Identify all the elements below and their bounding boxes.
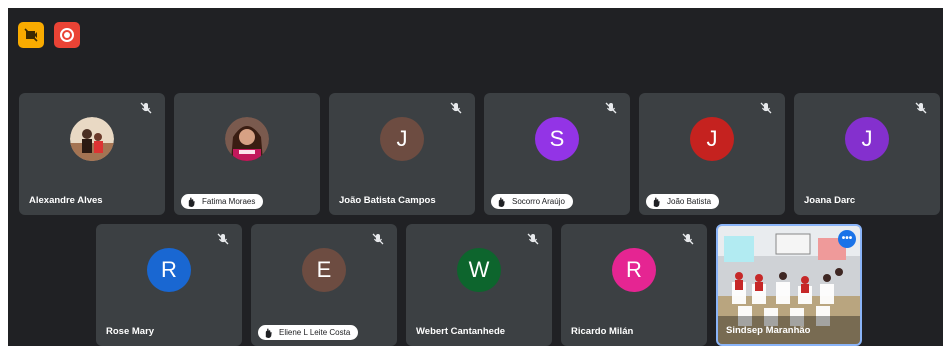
mic-off-icon [450,102,462,114]
participant-name: Joana Darc [804,195,856,206]
participant-name: João Batista [667,197,712,206]
mic-off-icon [682,233,694,245]
avatar-photo [70,117,114,161]
participant-name: João Batista Campos [339,195,436,206]
participant-name: Ricardo Milán [571,326,634,337]
hand-icon [188,197,195,207]
participant-name: Fatima Moraes [202,197,256,206]
hand-icon [265,328,272,338]
mic-off-icon [527,233,539,245]
raised-hand-badge: João Batista [646,194,720,209]
more-options-button[interactable]: ••• [838,230,856,248]
mic-off-icon [217,233,229,245]
avatar: J [380,117,424,161]
participant-tile-video[interactable]: ••• Sindsep Maranhão [716,224,862,346]
avatar: J [690,117,734,161]
hand-icon [653,197,660,207]
record-button[interactable] [54,22,80,48]
participant-tile[interactable]: R Rose Mary [96,224,242,346]
avatar: J [845,117,889,161]
mic-off-icon [140,102,152,114]
participant-name: Eliene L Leite Costa [279,328,351,337]
avatar: W [457,248,501,292]
participant-tile[interactable]: R Ricardo Milán [561,224,707,346]
participant-tile[interactable]: Alexandre Alves [19,93,165,215]
raised-hand-badge: Eliene L Leite Costa [258,325,359,340]
participant-tile[interactable]: E Eliene L Leite Costa [251,224,397,346]
avatar: R [147,248,191,292]
participant-name: Webert Cantanhede [416,326,506,337]
participant-name: Alexandre Alves [29,195,103,206]
participant-name: Sindsep Maranhão [726,325,811,336]
record-icon [60,28,74,42]
participant-name: Rose Mary [106,326,155,337]
mic-off-icon [915,102,927,114]
avatar-photo [225,117,269,161]
participant-tile[interactable]: S Socorro Araújo [484,93,630,215]
hand-icon [498,197,505,207]
present-button[interactable] [18,22,44,48]
avatar: E [302,248,346,292]
participant-tile[interactable]: J João Batista [639,93,785,215]
avatar [225,117,269,161]
participant-tile[interactable]: W Webert Cantanhede [406,224,552,346]
mic-off-icon [372,233,384,245]
participant-name: Socorro Araújo [512,197,565,206]
avatar: S [535,117,579,161]
participant-tile[interactable]: Fatima Moraes [174,93,320,215]
mic-off-icon [760,102,772,114]
participant-tile[interactable]: J Joana Darc [794,93,940,215]
raised-hand-badge: Fatima Moraes [181,194,264,209]
mic-off-icon [605,102,617,114]
avatar: R [612,248,656,292]
meeting-screen: Alexandre Alves Fatima Moraes J João Bat… [8,8,943,346]
present-icon [24,28,38,42]
participant-tile[interactable]: J João Batista Campos [329,93,475,215]
raised-hand-badge: Socorro Araújo [491,194,573,209]
avatar [70,117,114,161]
